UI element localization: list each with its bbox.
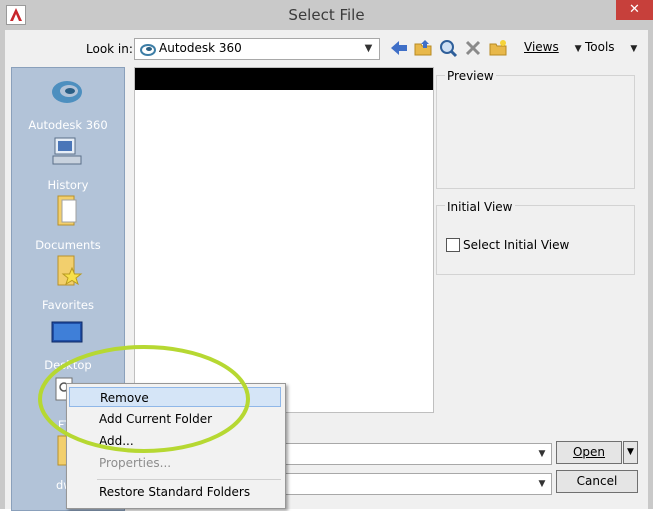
open-label: Open (572, 445, 606, 459)
back-arrow-icon[interactable] (389, 38, 409, 58)
delete-icon[interactable] (463, 38, 483, 58)
file-list[interactable] (134, 67, 434, 413)
preview-label: Preview (445, 69, 496, 83)
chevron-down-icon: ▼ (630, 44, 638, 54)
autodesk-360-small-icon (140, 42, 156, 56)
place-label: History (47, 178, 89, 192)
views-label: Views (524, 40, 559, 54)
place-label: Autodesk 360 (28, 118, 108, 132)
tools-menu-button[interactable]: Tools ▼ (585, 40, 637, 54)
cancel-button[interactable]: Cancel (556, 470, 638, 493)
open-dropdown-button[interactable]: ▼ (623, 441, 638, 464)
chevron-down-icon[interactable]: ▼ (533, 444, 551, 464)
file-name-combobox[interactable]: ▼ (270, 443, 552, 465)
chevron-down-icon[interactable]: ▼ (359, 39, 378, 59)
place-autodesk-360[interactable]: Autodesk 360 (12, 74, 124, 134)
open-button[interactable]: Open (556, 441, 622, 464)
menu-item-add-current-folder[interactable]: Add Current Folder (69, 409, 281, 429)
file-type-combobox[interactable]: ) ▼ (270, 473, 552, 495)
create-folder-icon[interactable] (488, 38, 508, 58)
place-favorites[interactable]: Favorites (12, 254, 124, 314)
look-in-value: Autodesk 360 (159, 41, 242, 55)
place-history[interactable]: History (12, 134, 124, 194)
look-in-label: Look in: (86, 42, 133, 56)
select-initial-view-checkbox[interactable] (446, 238, 460, 252)
menu-item-restore-standard-folders[interactable]: Restore Standard Folders (69, 482, 281, 502)
views-menu-button[interactable]: Views ▼ (524, 40, 581, 54)
context-menu[interactable]: Remove Add Current Folder Add... Propert… (66, 383, 286, 509)
chevron-down-icon[interactable]: ▼ (533, 474, 551, 494)
up-folder-icon[interactable] (413, 38, 433, 58)
close-button[interactable]: ✕ (616, 0, 653, 20)
autodesk-360-icon (50, 74, 84, 108)
documents-folder-icon (50, 194, 84, 228)
select-initial-view-label[interactable]: Select Initial View (463, 238, 569, 252)
place-label: Documents (35, 238, 101, 252)
file-list-header-bar (135, 68, 433, 90)
menu-item-add[interactable]: Add... (69, 431, 281, 451)
history-icon (50, 134, 84, 168)
window-frame-right (648, 30, 653, 509)
place-label: Favorites (42, 298, 94, 312)
place-label: Desktop (44, 358, 92, 372)
tools-label: Tools (585, 40, 615, 54)
initial-view-label: Initial View (445, 200, 515, 214)
search-web-icon[interactable] (438, 38, 458, 58)
menu-item-properties: Properties... (99, 456, 172, 470)
place-desktop[interactable]: Desktop (12, 314, 124, 374)
menu-item-remove[interactable]: Remove (69, 387, 281, 407)
look-in-combobox[interactable]: Autodesk 360 ▼ (134, 38, 380, 60)
preview-panel (436, 75, 635, 189)
menu-separator (97, 479, 281, 480)
favorites-folder-icon (50, 254, 84, 288)
place-documents[interactable]: Documents (12, 194, 124, 254)
chevron-down-icon: ▼ (574, 44, 582, 54)
window-title: Select File (288, 6, 365, 24)
desktop-icon (50, 314, 84, 348)
